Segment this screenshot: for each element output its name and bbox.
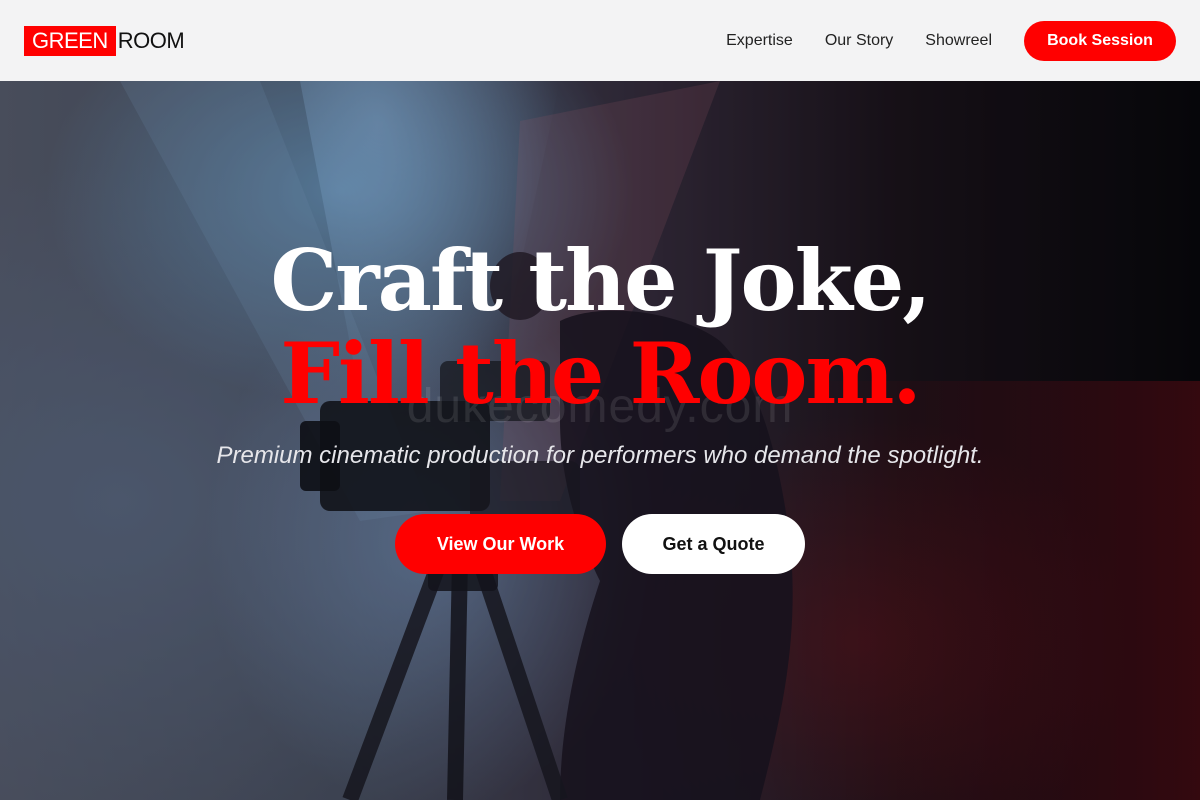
hero-background	[0, 81, 1200, 800]
book-session-button[interactable]: Book Session	[1024, 20, 1176, 61]
hero-overlay	[0, 81, 1200, 800]
site-header: GREEN ROOM Expertise Our Story Showreel …	[0, 0, 1200, 81]
logo-room-text: ROOM	[117, 27, 185, 53]
logo-green-text: GREEN	[24, 25, 116, 56]
nav-link-showreel[interactable]: Showreel	[925, 32, 992, 50]
hero-cta-row: View Our Work Get a Quote	[395, 514, 805, 574]
hero-headline-line2: Fill the Room.	[280, 324, 921, 423]
nav-link-expertise[interactable]: Expertise	[726, 32, 793, 50]
get-a-quote-button[interactable]: Get a Quote	[622, 514, 805, 574]
logo[interactable]: GREEN ROOM	[24, 25, 185, 56]
nav-link-our-story[interactable]: Our Story	[825, 32, 893, 50]
view-our-work-button[interactable]: View Our Work	[395, 514, 606, 574]
hero-headline-line1: Craft the Joke,	[270, 231, 932, 330]
main-nav: Expertise Our Story Showreel Book Sessio…	[726, 20, 1176, 61]
hero-subheadline: Premium cinematic production for perform…	[216, 442, 984, 469]
